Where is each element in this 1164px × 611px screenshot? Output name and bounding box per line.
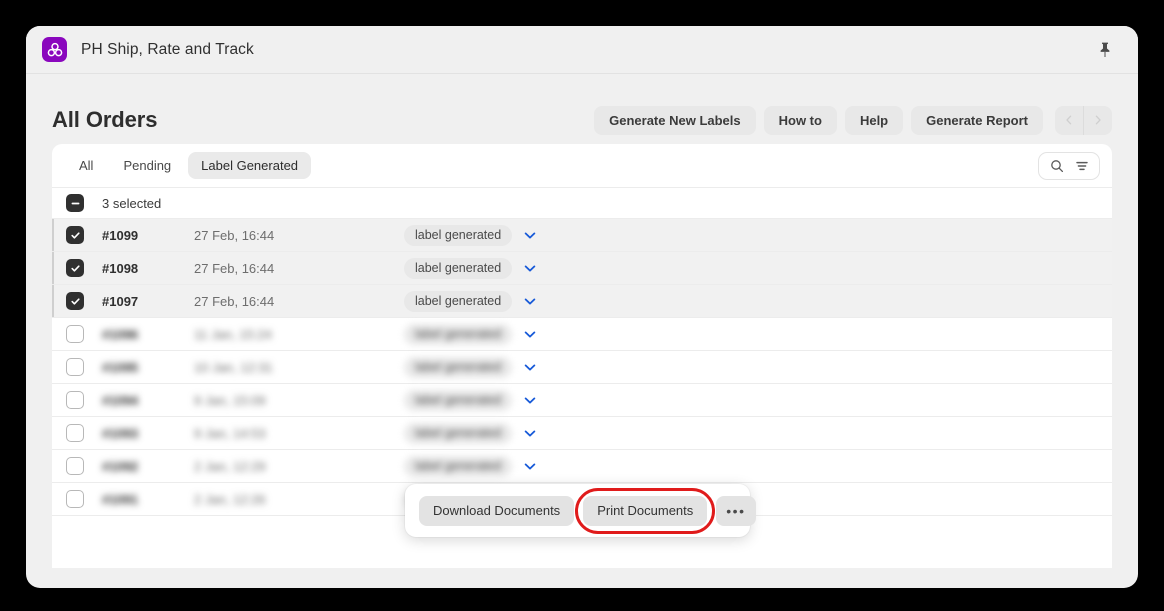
tab-label-generated[interactable]: Label Generated (188, 152, 312, 179)
download-documents-button[interactable]: Download Documents (419, 495, 575, 526)
order-id: #1095 (102, 359, 139, 375)
status-badge: label generated (404, 224, 513, 246)
status-badge: label generated (404, 455, 513, 477)
pushpin-icon[interactable] (1094, 39, 1116, 61)
status-badge: label generated (404, 257, 513, 279)
pagination-control (1055, 105, 1112, 135)
selection-count-label: 3 selected (102, 195, 162, 211)
order-status-cell: label generated (404, 224, 537, 246)
table-row[interactable]: #1095 10 Jan, 12:31 label generated (52, 351, 1112, 384)
print-documents-highlight-wrap: Print Documents (575, 487, 716, 534)
order-id: #1092 (102, 458, 139, 474)
chevron-right-icon[interactable] (1084, 106, 1112, 135)
table-row[interactable]: #1097 27 Feb, 16:44 label generated (52, 285, 1112, 318)
tab-all[interactable]: All (66, 152, 106, 179)
status-badge: label generated (404, 323, 513, 345)
screen-root: PH Ship, Rate and Track All Orders Gener… (0, 0, 1164, 611)
chevron-down-icon[interactable] (523, 393, 537, 407)
page-title: All Orders (52, 107, 158, 132)
order-date: 2 Jan, 12:29 (194, 458, 266, 474)
order-date: 9 Jan, 14:53 (194, 425, 266, 441)
chevron-down-icon[interactable] (523, 294, 537, 308)
table-row[interactable]: #1098 27 Feb, 16:44 label generated (52, 252, 1112, 285)
table-row[interactable]: #1099 27 Feb, 16:44 label generated (52, 219, 1112, 252)
app-title: PH Ship, Rate and Track (81, 40, 254, 58)
filter-icon[interactable] (1070, 154, 1093, 177)
print-documents-button[interactable]: Print Documents (583, 495, 708, 526)
row-checkbox[interactable] (66, 259, 84, 277)
order-date: 9 Jan, 15:09 (194, 392, 266, 408)
order-status-cell: label generated (404, 422, 537, 444)
chevron-down-icon[interactable] (523, 327, 537, 341)
order-date: 27 Feb, 16:44 (194, 227, 275, 243)
status-badge: label generated (404, 389, 513, 411)
order-status-cell: label generated (404, 290, 537, 312)
order-date: 27 Feb, 16:44 (194, 293, 275, 309)
how-to-button[interactable]: How to (763, 105, 837, 135)
row-checkbox[interactable] (66, 457, 84, 475)
status-badge: label generated (404, 290, 513, 312)
row-checkbox[interactable] (66, 490, 84, 508)
bulk-action-popover: Download Documents Print Documents ••• (405, 484, 756, 537)
table-row[interactable]: #1094 9 Jan, 15:09 label generated (52, 384, 1112, 417)
order-id: #1096 (102, 326, 139, 342)
order-date: 11 Jan, 15:24 (194, 326, 272, 342)
order-status-cell: label generated (404, 257, 537, 279)
order-date: 2 Jan, 12:26 (194, 491, 266, 507)
generate-report-button[interactable]: Generate Report (911, 105, 1043, 135)
order-date: 10 Jan, 12:31 (194, 359, 273, 375)
row-checkbox[interactable] (66, 358, 84, 376)
chevron-down-icon[interactable] (523, 360, 537, 374)
order-id: #1091 (102, 491, 139, 507)
header-actions: Generate New Labels How to Help Generate… (594, 105, 1112, 135)
more-options-button[interactable]: ••• (716, 495, 756, 526)
three-circles-logo-icon (42, 37, 67, 62)
table-tools (1038, 151, 1100, 180)
chevron-down-icon[interactable] (523, 459, 537, 473)
orders-row-list: #1099 27 Feb, 16:44 label generated #109… (52, 219, 1112, 516)
chevron-down-icon[interactable] (523, 426, 537, 440)
tab-pending[interactable]: Pending (110, 152, 184, 179)
chevron-down-icon[interactable] (523, 261, 537, 275)
row-checkbox[interactable] (66, 226, 84, 244)
order-id: #1099 (102, 227, 139, 243)
help-button[interactable]: Help (844, 105, 904, 135)
row-checkbox[interactable] (66, 292, 84, 310)
row-checkbox[interactable] (66, 424, 84, 442)
orders-tabbar: All Pending Label Generated (52, 144, 1112, 188)
row-checkbox[interactable] (66, 391, 84, 409)
order-id: #1097 (102, 293, 139, 309)
row-checkbox[interactable] (66, 325, 84, 343)
order-status-cell: label generated (404, 389, 537, 411)
table-row[interactable]: #1093 9 Jan, 14:53 label generated (52, 417, 1112, 450)
select-all-row: 3 selected (52, 188, 1112, 219)
order-status-cell: label generated (404, 323, 537, 345)
chevron-left-icon[interactable] (1055, 106, 1083, 135)
order-status-cell: label generated (404, 356, 537, 378)
status-badge: label generated (404, 356, 513, 378)
order-status-cell: label generated (404, 455, 537, 477)
chevron-down-icon[interactable] (523, 228, 537, 242)
table-row[interactable]: #1092 2 Jan, 12:29 label generated (52, 450, 1112, 483)
select-all-checkbox[interactable] (66, 194, 84, 212)
generate-new-labels-button[interactable]: Generate New Labels (594, 105, 756, 135)
table-row[interactable]: #1096 11 Jan, 15:24 label generated (52, 318, 1112, 351)
search-icon[interactable] (1045, 154, 1068, 177)
order-id: #1094 (102, 392, 139, 408)
order-date: 27 Feb, 16:44 (194, 260, 275, 276)
page-header: All Orders Generate New Labels How to He… (26, 74, 1138, 140)
order-id: #1093 (102, 425, 139, 441)
status-badge: label generated (404, 422, 513, 444)
window-titlebar: PH Ship, Rate and Track (26, 26, 1138, 74)
order-id: #1098 (102, 260, 139, 276)
